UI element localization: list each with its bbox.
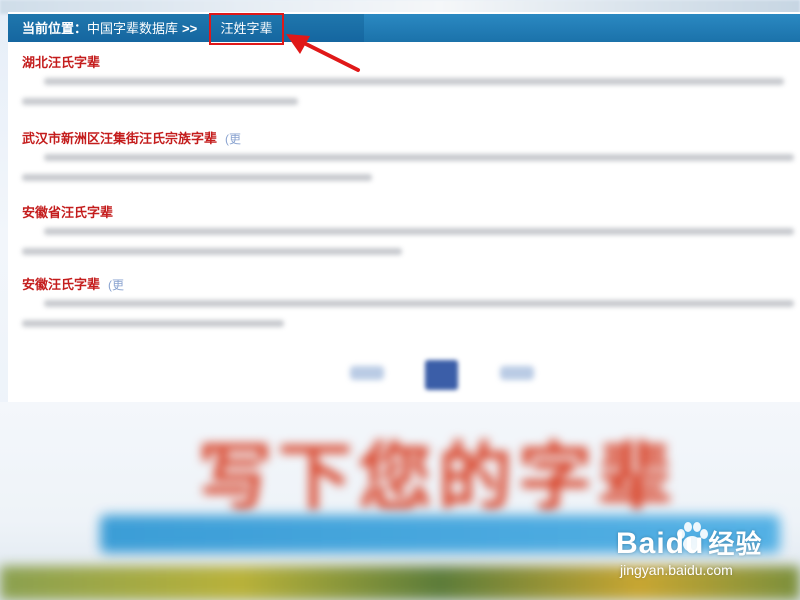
more-link[interactable]: (更 xyxy=(108,278,124,292)
result-title-link[interactable]: 安徽省汪氏字辈 xyxy=(22,202,792,221)
blurred-text-line xyxy=(44,300,794,307)
page: 当前位置：中国字辈数据库 >> 汪姓字辈 湖北汪氏字辈 武汉市新洲区汪集街汪氏宗族… xyxy=(0,0,800,600)
blurred-text-line xyxy=(22,174,372,181)
result-title-link[interactable]: 武汉市新洲区汪集街汪氏宗族字辈 (更 xyxy=(22,128,792,147)
baidu-jingyan-watermark: Baidu 经验 jingyan.baidu.com xyxy=(616,520,796,584)
result-title-link[interactable]: 安徽汪氏字辈 (更 xyxy=(22,274,792,293)
more-link[interactable]: (更 xyxy=(225,132,241,146)
more-link-blurred[interactable] xyxy=(121,206,178,220)
breadcrumb-link-root[interactable]: 中国字辈数据库 xyxy=(87,21,178,36)
list-item: 安徽汪氏字辈 (更 xyxy=(22,274,794,327)
pagination xyxy=(350,360,540,390)
list-item: 湖北汪氏字辈 xyxy=(22,52,792,105)
paw-icon xyxy=(677,522,708,552)
breadcrumb: 当前位置：中国字辈数据库 >> xyxy=(22,19,201,39)
watermark-url: jingyan.baidu.com xyxy=(620,562,733,578)
blurred-text-line xyxy=(44,78,784,85)
blurred-text-line xyxy=(44,228,794,235)
more-link-blurred[interactable] xyxy=(108,56,158,70)
pagination-next-button[interactable] xyxy=(500,366,534,380)
list-item: 安徽省汪氏字辈 xyxy=(22,202,794,255)
blurred-text-line xyxy=(22,98,298,105)
blurred-text-line xyxy=(22,248,402,255)
pagination-prev-button[interactable] xyxy=(350,366,384,380)
breadcrumb-current[interactable]: 汪姓字辈 xyxy=(209,13,284,45)
pagination-current-page[interactable] xyxy=(425,360,458,390)
banner-headline: 写下您的字辈 xyxy=(198,435,678,521)
list-item: 武汉市新洲区汪集街汪氏宗族字辈 (更 xyxy=(22,128,794,181)
breadcrumb-label: 当前位置： xyxy=(22,21,88,36)
blurred-text-line xyxy=(44,154,794,161)
breadcrumb-separator: >> xyxy=(182,21,198,36)
blurred-text-line xyxy=(22,320,284,327)
result-title-link[interactable]: 湖北汪氏字辈 xyxy=(22,52,792,71)
